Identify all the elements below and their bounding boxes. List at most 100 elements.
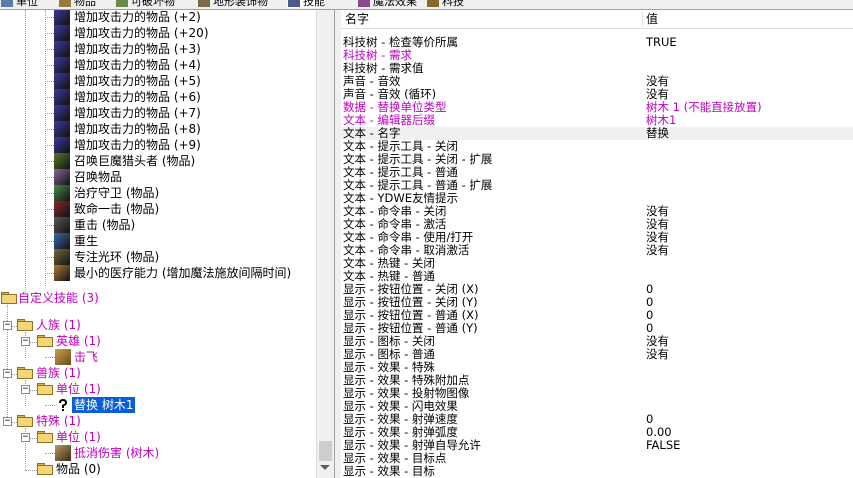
- tree-node-item-ability-label: 增加攻击力的物品 (+4): [74, 58, 201, 72]
- tab-destructibles-label: 可破坏物: [131, 0, 175, 8]
- collapse-icon[interactable]: −: [21, 433, 30, 442]
- collapse-icon[interactable]: −: [3, 369, 12, 378]
- summon-item-icon: [54, 169, 70, 185]
- attack-item-icon: [54, 57, 70, 73]
- property-value: TRUE: [646, 35, 677, 49]
- tree-connector: [45, 49, 54, 50]
- collapse-icon[interactable]: −: [3, 321, 12, 330]
- tree-node-special-units-label: 单位 (1): [56, 430, 101, 444]
- scroll-down-icon[interactable]: [320, 465, 330, 470]
- tab-abilities-label: 技能: [303, 0, 325, 8]
- tab-abilities[interactable]: 技能: [287, 0, 325, 8]
- property-row[interactable]: 科技树 - 检查等价所属 TRUE: [341, 36, 853, 49]
- property-row[interactable]: 文本 - 编辑器后缀 树木1: [341, 114, 853, 127]
- knockback-ability-icon: [55, 349, 71, 365]
- tree-connector: [45, 129, 54, 130]
- property-name: 显示 - 效果 - 目标: [343, 464, 435, 478]
- tree-node-item-ability-label: 增加攻击力的物品 (+6): [74, 90, 201, 104]
- tree-node-item-ability-label: 致命一击 (物品): [74, 202, 160, 216]
- tab-doodads[interactable]: 地形装饰物: [197, 0, 268, 8]
- tab-items[interactable]: 物品: [58, 0, 96, 8]
- tree-connector: [45, 81, 54, 82]
- tree-connector: [45, 177, 54, 178]
- collapse-icon[interactable]: −: [21, 337, 30, 346]
- tree-connector: [45, 225, 54, 226]
- tree-node-special-label: 特殊 (1): [36, 414, 81, 428]
- tree-connector: [25, 470, 37, 471]
- tree-connector: [45, 257, 54, 258]
- tree-connector: [45, 209, 54, 210]
- tree-connector: [45, 453, 55, 454]
- tab-bar: 单位 物品 可破坏物 地形装饰物 技能 魔法效果 科技: [0, 0, 853, 10]
- devotion-aura-icon: [54, 249, 70, 265]
- tree-node-item-ability-label: 召唤物品: [74, 170, 123, 184]
- tab-buffs-label: 魔法效果: [373, 0, 417, 8]
- attack-item-icon: [54, 10, 70, 25]
- tab-units-label: 单位: [16, 0, 38, 8]
- column-header-value[interactable]: 值: [646, 10, 658, 28]
- attack-item-icon: [54, 137, 70, 153]
- tree-node-damage-offset-label: 抵消伤害 (树木): [74, 446, 160, 460]
- tree-connector: [45, 97, 54, 98]
- tree-node-item-ability-label: 增加攻击力的物品 (+8): [74, 122, 201, 136]
- folder-open-icon: [17, 319, 33, 331]
- tab-buffs[interactable]: 魔法效果: [357, 0, 417, 8]
- buff-icon: [358, 0, 370, 7]
- tab-upgrades[interactable]: 科技: [426, 0, 464, 8]
- property-value: 替换: [646, 126, 669, 140]
- ability-icon: [288, 0, 300, 7]
- collapse-icon[interactable]: −: [3, 417, 12, 426]
- critical-strike-icon: [54, 201, 70, 217]
- tree-connector: [45, 145, 54, 146]
- folder-open-icon: [17, 367, 33, 379]
- unit-icon: [1, 0, 13, 7]
- item-icon: [59, 0, 71, 7]
- tree-node-item-ability-label: 增加攻击力的物品 (+2): [74, 10, 201, 24]
- tab-doodads-label: 地形装饰物: [213, 0, 268, 8]
- tree-node-item-ability-label: 重生: [74, 234, 99, 248]
- property-grid: 名字 值 科技树 - 检查等价所属 TRUE 科技树 - 需求 科技树 - 需求值 声音…: [341, 10, 853, 478]
- folder-open-icon: [37, 431, 53, 443]
- tree-connector: [45, 193, 54, 194]
- column-header-name[interactable]: 名字: [345, 10, 369, 28]
- tree-node-special-items-label: 物品 (0): [56, 462, 101, 476]
- tree-node-orc-units-label: 单位 (1): [56, 382, 101, 396]
- tree-node-item-ability-label: 增加攻击力的物品 (+3): [74, 42, 201, 56]
- upgrade-icon: [427, 0, 439, 7]
- tree-node-item-ability-label: 增加攻击力的物品 (+7): [74, 106, 201, 120]
- attack-item-icon: [54, 73, 70, 89]
- tree-node-custom-label: 自定义技能 (3): [18, 291, 99, 305]
- attack-item-icon: [54, 41, 70, 57]
- tree-node-item-ability-label: 最小的医疗能力 (增加魔法施放间隔时间): [74, 266, 292, 280]
- doodad-icon: [198, 0, 210, 7]
- folder-open-icon: [17, 415, 33, 427]
- reincarnation-icon: [54, 233, 70, 249]
- damage-offset-ability-icon: [55, 445, 71, 461]
- tree-connector: [45, 113, 54, 114]
- bash-icon: [54, 217, 70, 233]
- tree-scrollbar[interactable]: [316, 10, 334, 478]
- tree-connector: [45, 241, 54, 242]
- property-row[interactable]: 科技树 - 需求值: [341, 62, 853, 75]
- scrollbar-thumb[interactable]: [319, 441, 332, 461]
- tab-destructibles[interactable]: 可破坏物: [115, 0, 175, 8]
- tab-units[interactable]: 单位: [0, 0, 38, 8]
- column-divider[interactable]: [642, 12, 643, 26]
- tree-connector: [45, 17, 54, 18]
- property-row[interactable]: 显示 - 效果 - 目标: [341, 465, 853, 478]
- property-value: FALSE: [646, 438, 681, 452]
- question-mark-icon: [55, 397, 71, 413]
- tree-connector: [45, 10, 46, 286]
- attack-item-icon: [54, 105, 70, 121]
- folder-open-icon: [1, 292, 17, 304]
- collapse-icon[interactable]: −: [21, 385, 30, 394]
- tree-connector: [45, 357, 55, 358]
- tab-items-label: 物品: [74, 0, 96, 8]
- property-grid-header: 名字 值: [341, 10, 853, 29]
- tree-node-human-label: 人族 (1): [36, 318, 81, 332]
- tree-connector: [45, 161, 54, 162]
- tree-connector: [45, 33, 54, 34]
- tree-connector: [25, 10, 26, 292]
- property-value: 没有: [646, 347, 669, 361]
- folder-open-icon: [37, 335, 53, 347]
